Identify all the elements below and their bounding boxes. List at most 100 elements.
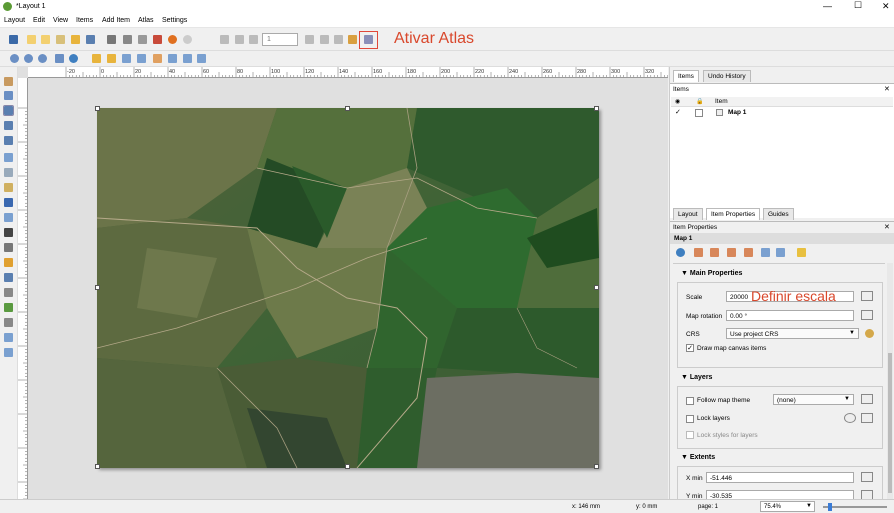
scale-override-button[interactable] <box>861 291 873 301</box>
tab-undo-history[interactable]: Undo History <box>703 70 751 82</box>
item-visible-checkbox[interactable]: ✓ <box>675 108 681 116</box>
layout-manager-icon[interactable] <box>56 35 65 44</box>
next-feature-icon[interactable] <box>305 35 314 44</box>
align-icon[interactable] <box>183 54 192 63</box>
export-image-icon[interactable] <box>123 35 132 44</box>
properties-scrollbar[interactable] <box>887 263 893 500</box>
print-atlas-icon[interactable] <box>334 35 343 44</box>
labeling-icon[interactable] <box>776 248 785 257</box>
close-button[interactable]: ✕ <box>882 1 890 12</box>
lock-styles-checkbox[interactable] <box>686 431 694 439</box>
undo-icon[interactable] <box>168 35 177 44</box>
panel-close-icon[interactable]: ✕ <box>884 85 890 93</box>
menu-edit[interactable]: Edit <box>33 17 45 24</box>
add-picture-icon[interactable] <box>4 183 13 192</box>
set-extent-icon[interactable] <box>694 248 703 257</box>
zoom-out-icon[interactable] <box>38 54 47 63</box>
menu-atlas[interactable]: Atlas <box>138 17 154 24</box>
lock-layers-visibility-button[interactable] <box>844 413 856 423</box>
menu-items[interactable]: Items <box>76 17 93 24</box>
ungroup-icon[interactable] <box>137 54 146 63</box>
add-html-icon[interactable] <box>4 333 13 342</box>
open-template-icon[interactable] <box>71 35 80 44</box>
xmin-input[interactable]: -51.446 <box>706 472 854 483</box>
add-map-icon[interactable] <box>4 153 13 162</box>
edit-nodes-icon[interactable] <box>4 136 13 145</box>
theme-override-button[interactable] <box>861 394 873 404</box>
menu-settings[interactable]: Settings <box>162 17 187 24</box>
maximize-button[interactable]: ☐ <box>854 0 862 11</box>
zoom-full-icon[interactable] <box>10 54 19 63</box>
atlas-page-spinbox[interactable]: 1 <box>262 33 298 46</box>
layers-header[interactable]: ▼ Layers <box>681 374 886 385</box>
item-lock-checkbox[interactable] <box>695 109 703 117</box>
atlas-preview-icon[interactable] <box>220 35 229 44</box>
save-icon[interactable] <box>9 35 18 44</box>
group-icon[interactable] <box>122 54 131 63</box>
distribute-icon[interactable] <box>197 54 206 63</box>
xmin-override-button[interactable] <box>861 472 873 482</box>
lock-layers-checkbox[interactable] <box>686 415 694 423</box>
view-scale-icon[interactable] <box>744 248 753 257</box>
export-pdf-icon[interactable] <box>153 35 162 44</box>
raise-icon[interactable] <box>153 54 162 63</box>
selection-handle-tm[interactable] <box>345 106 350 111</box>
refresh-map-icon[interactable] <box>676 248 685 257</box>
atlas-settings-button[interactable] <box>359 31 378 49</box>
last-feature-icon[interactable] <box>320 35 329 44</box>
zoom-select[interactable]: 75.4% ▼ <box>760 501 815 512</box>
tab-layout[interactable]: Layout <box>673 208 703 220</box>
crs-select[interactable]: Use project CRS ▼ <box>726 328 859 339</box>
selection-handle-tl[interactable] <box>95 106 100 111</box>
add-marker-icon[interactable] <box>4 273 13 282</box>
crs-globe-icon[interactable] <box>865 329 874 338</box>
add-label-icon[interactable] <box>4 198 13 207</box>
selection-handle-br[interactable] <box>594 464 599 469</box>
select-icon[interactable] <box>3 105 14 116</box>
draw-items-checkbox[interactable]: ✓ <box>686 344 694 352</box>
add-polygon-icon[interactable] <box>4 303 13 312</box>
prev-feature-icon[interactable] <box>249 35 258 44</box>
map-extent-icon[interactable] <box>727 248 736 257</box>
add-polyline-icon[interactable] <box>4 318 13 327</box>
properties-scrollbar-thumb[interactable] <box>888 353 892 493</box>
rotation-override-button[interactable] <box>861 310 873 320</box>
menu-view[interactable]: View <box>53 17 68 24</box>
map-theme-select[interactable]: (none) ▼ <box>773 394 854 405</box>
rotation-input[interactable]: 0.00 ° <box>726 310 854 321</box>
add-arrow-icon[interactable] <box>4 288 13 297</box>
tab-items[interactable]: Items <box>673 70 699 82</box>
extents-header[interactable]: ▼ Extents <box>681 454 886 465</box>
duplicate-icon[interactable] <box>41 35 50 44</box>
unlock-items-icon[interactable] <box>107 54 116 63</box>
bookmark-icon[interactable] <box>761 248 770 257</box>
add-shape-icon[interactable] <box>4 258 13 267</box>
zoom-actual-icon[interactable] <box>55 54 64 63</box>
clip-icon[interactable] <box>797 248 806 257</box>
vertical-ruler[interactable] <box>18 78 28 499</box>
add-legend-icon[interactable] <box>4 213 13 222</box>
add-north-arrow-icon[interactable] <box>4 243 13 252</box>
lock-items-icon[interactable] <box>92 54 101 63</box>
pan-icon[interactable] <box>4 77 13 86</box>
tab-guides[interactable]: Guides <box>763 208 794 220</box>
menu-layout[interactable]: Layout <box>4 17 25 24</box>
print-icon[interactable] <box>107 35 116 44</box>
horizontal-ruler[interactable]: -20 0 20 40 60 80 100 120 140 160 180 200 220 240 260 2… <box>28 67 668 78</box>
follow-theme-checkbox[interactable] <box>686 397 694 405</box>
selection-handle-bm[interactable] <box>345 464 350 469</box>
export-atlas-icon[interactable] <box>348 35 357 44</box>
main-properties-header[interactable]: ▼ Main Properties <box>681 270 886 281</box>
menu-add-item[interactable]: Add Item <box>102 17 130 24</box>
refresh-icon[interactable] <box>69 54 78 63</box>
selection-handle-bl[interactable] <box>95 464 100 469</box>
zoom-slider-handle[interactable] <box>828 503 832 511</box>
map-item[interactable] <box>97 108 599 468</box>
item-row-map1[interactable]: ✓ Map 1 <box>671 108 893 118</box>
panel-close-icon-2[interactable]: ✕ <box>884 223 890 231</box>
tab-item-properties[interactable]: Item Properties <box>706 208 761 220</box>
move-content-icon[interactable] <box>4 121 13 130</box>
zoom-in-icon[interactable] <box>24 54 33 63</box>
lower-icon[interactable] <box>168 54 177 63</box>
selection-handle-mr[interactable] <box>594 285 599 290</box>
